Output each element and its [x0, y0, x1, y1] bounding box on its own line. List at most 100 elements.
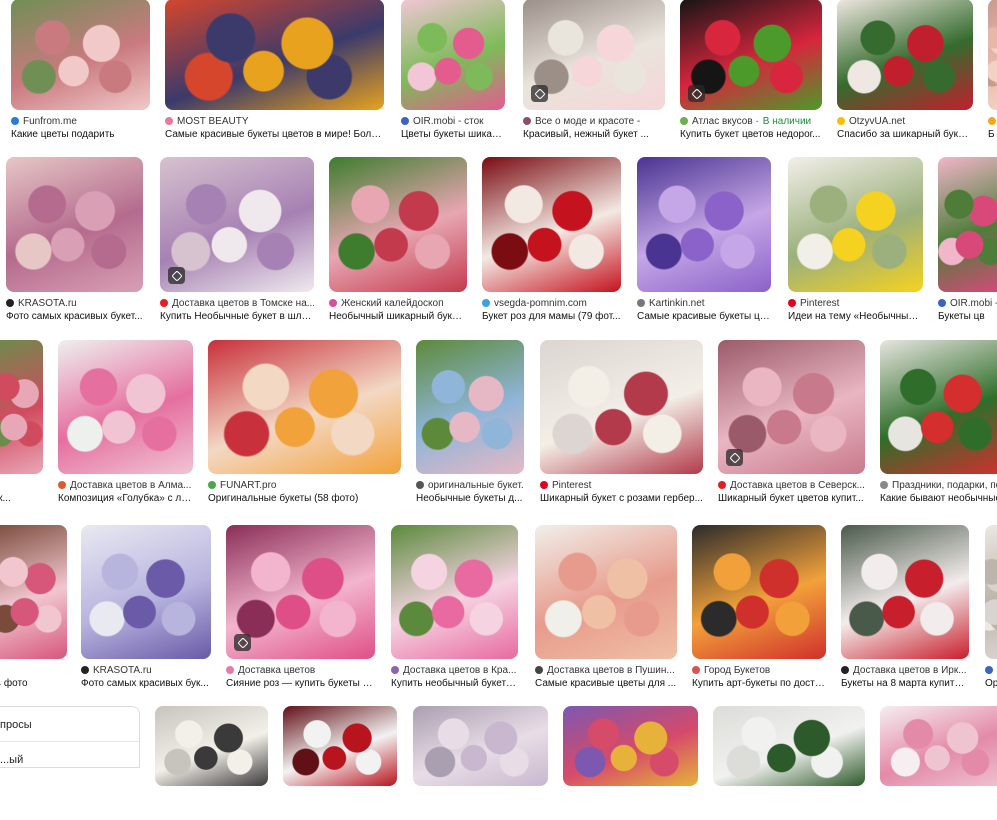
- image-result-card[interactable]: Город Букетов Купить арт-букеты по досту.…: [692, 525, 826, 693]
- image-thumbnail[interactable]: [482, 157, 621, 292]
- image-result-card[interactable]: [413, 706, 548, 820]
- image-result-card[interactable]: Доставка цветов в Кра... Купить необычный…: [391, 525, 518, 693]
- result-title[interactable]: 74 фото: [0, 678, 67, 692]
- image-thumbnail[interactable]: [788, 157, 923, 292]
- result-title[interactable]: Оригинальные букеты (58 фото): [208, 493, 401, 507]
- result-title[interactable]: Какие бывают необычные: [880, 493, 997, 507]
- image-result-card[interactable]: Доставка цветов в Томске на... Купить Нео…: [160, 157, 314, 326]
- image-thumbnail[interactable]: [523, 0, 665, 110]
- result-source[interactable]: KRASOTA.ru: [81, 663, 211, 677]
- result-title[interactable]: Букет роз для мамы (79 фот...: [482, 311, 621, 325]
- image-result-card[interactable]: Б: [988, 0, 997, 144]
- result-title[interactable]: Композиция «Голубка» с ли...: [58, 493, 193, 507]
- image-result-card[interactable]: OIR.mobi - сток Цветы букеты шикар...: [401, 0, 505, 144]
- result-title[interactable]: Необычные букеты д...: [416, 493, 524, 507]
- image-thumbnail[interactable]: [11, 0, 150, 110]
- image-result-card[interactable]: 74 фото: [0, 525, 67, 693]
- result-source[interactable]: OIR.mobi - ст: [938, 296, 997, 310]
- result-source[interactable]: Все о моде и красоте -: [523, 114, 665, 128]
- image-result-card[interactable]: Pinterest Идеи на тему «Необычные ...: [788, 157, 923, 326]
- result-source[interactable]: FUNART.pro: [208, 478, 401, 492]
- image-result-card[interactable]: OtzyvUA.net Спасибо за шикарный букет...: [837, 0, 973, 144]
- result-source[interactable]: OIR.mobi - сток: [401, 114, 505, 128]
- image-thumbnail[interactable]: [535, 525, 677, 659]
- result-source[interactable]: Доставка цветов в Ирк...: [841, 663, 969, 677]
- image-thumbnail[interactable]: [718, 340, 865, 474]
- result-source[interactable]: Funfrom.me: [11, 114, 150, 128]
- image-thumbnail[interactable]: [713, 706, 865, 786]
- image-result-card[interactable]: Все о моде и красоте - Красивый, нежный б…: [523, 0, 665, 144]
- image-result-card[interactable]: Атлас вкусов · В наличии Купить букет цвет…: [680, 0, 822, 144]
- result-source[interactable]: Женский калейдоскоп: [329, 296, 467, 310]
- image-thumbnail[interactable]: [637, 157, 771, 292]
- result-title[interactable]: Букеты на 8 марта купить ...: [841, 678, 969, 692]
- image-result-card[interactable]: [155, 706, 268, 820]
- result-title[interactable]: Фото самых красивых бук...: [81, 678, 211, 692]
- result-source[interactable]: Доставка цветов в Алма...: [58, 478, 193, 492]
- image-thumbnail[interactable]: [6, 157, 143, 292]
- result-source[interactable]: KRASOTA.ru: [6, 296, 143, 310]
- result-source[interactable]: Pinterest: [540, 478, 703, 492]
- result-source[interactable]: Kartinkin.net: [637, 296, 771, 310]
- image-thumbnail[interactable]: [880, 706, 997, 786]
- result-title[interactable]: Самые красивые букеты цветов в мире! Бол…: [165, 129, 384, 143]
- result-title[interactable]: в к...: [0, 493, 43, 507]
- image-result-card[interactable]: в к...: [0, 340, 43, 508]
- image-result-card[interactable]: Праздники, подарки, по Какие бывают необы…: [880, 340, 997, 508]
- result-source[interactable]: Город Букетов: [692, 663, 826, 677]
- image-thumbnail[interactable]: [880, 340, 997, 474]
- image-thumbnail[interactable]: [0, 340, 43, 474]
- image-thumbnail[interactable]: [226, 525, 375, 659]
- image-result-card[interactable]: Доставка цветов в Северск... Шикарный бук…: [718, 340, 865, 508]
- image-thumbnail[interactable]: [692, 525, 826, 659]
- image-thumbnail[interactable]: [329, 157, 467, 292]
- image-thumbnail[interactable]: [841, 525, 969, 659]
- result-source[interactable]: Доставка цветов в Северск...: [718, 478, 865, 492]
- result-title[interactable]: Фото самых красивых букет...: [6, 311, 143, 325]
- result-source[interactable]: оригинальные букет...: [416, 478, 524, 492]
- image-thumbnail[interactable]: [988, 0, 997, 110]
- image-thumbnail[interactable]: [165, 0, 384, 110]
- result-source[interactable]: Праздники, подарки, по: [880, 478, 997, 492]
- related-query-item[interactable]: ...ый: [0, 754, 23, 766]
- result-title[interactable]: Необычный шикарный букет...: [329, 311, 467, 325]
- result-title[interactable]: Цветы букеты шикар...: [401, 129, 505, 143]
- result-source[interactable]: MOST BEAUTY: [165, 114, 384, 128]
- result-source[interactable]: Доставка цветов в Томске на...: [160, 296, 314, 310]
- image-result-card[interactable]: [563, 706, 698, 820]
- result-title[interactable]: Спасибо за шикарный букет...: [837, 129, 973, 143]
- result-title[interactable]: Букеты цв: [938, 311, 997, 325]
- image-thumbnail[interactable]: [938, 157, 997, 292]
- image-result-card[interactable]: Kartinkin.net Самые красивые букеты цв...: [637, 157, 771, 326]
- image-thumbnail[interactable]: [401, 0, 505, 110]
- result-source[interactable]: Атлас вкусов · В наличии: [680, 114, 822, 128]
- result-title[interactable]: Самые красивые букеты цв...: [637, 311, 771, 325]
- related-queries-label[interactable]: просы: [0, 719, 32, 731]
- result-title[interactable]: Шикарный букет цветов купит...: [718, 493, 865, 507]
- image-result-card[interactable]: Доставка цветов в Ирк... Букеты на 8 март…: [841, 525, 969, 693]
- result-title[interactable]: Самые красивые цветы для ...: [535, 678, 677, 692]
- result-title[interactable]: Купить Необычные букет в шля...: [160, 311, 314, 325]
- image-result-card[interactable]: MOST BEAUTY Самые красивые букеты цветов …: [165, 0, 384, 144]
- image-thumbnail[interactable]: [391, 525, 518, 659]
- image-thumbnail[interactable]: [985, 525, 997, 659]
- result-title[interactable]: Идеи на тему «Необычные ...: [788, 311, 923, 325]
- image-thumbnail[interactable]: [416, 340, 524, 474]
- result-source[interactable]: Доставка цветов в Пушин...: [535, 663, 677, 677]
- result-source[interactable]: Доставка цветов в Кра...: [391, 663, 518, 677]
- image-result-card[interactable]: Доставка цветов в Алма... Композиция «Гол…: [58, 340, 193, 508]
- result-title[interactable]: Шикарный букет с розами гербер...: [540, 493, 703, 507]
- image-result-card[interactable]: KRASOTA.ru Фото самых красивых букет...: [6, 157, 143, 326]
- image-thumbnail[interactable]: [563, 706, 698, 786]
- image-thumbnail[interactable]: [540, 340, 703, 474]
- result-title[interactable]: Б: [988, 129, 997, 143]
- result-source[interactable]: [0, 478, 43, 492]
- result-source[interactable]: [0, 663, 67, 677]
- image-result-card[interactable]: Доставка цветов Сияние роз — купить букет…: [226, 525, 375, 693]
- image-thumbnail[interactable]: [208, 340, 401, 474]
- image-result-card[interactable]: Женский калейдоскоп Необычный шикарный бу…: [329, 157, 467, 326]
- image-result-card[interactable]: [880, 706, 997, 820]
- result-source[interactable]: vsegda-pomnim.com: [482, 296, 621, 310]
- image-thumbnail[interactable]: [283, 706, 397, 786]
- result-source[interactable]: [988, 114, 997, 128]
